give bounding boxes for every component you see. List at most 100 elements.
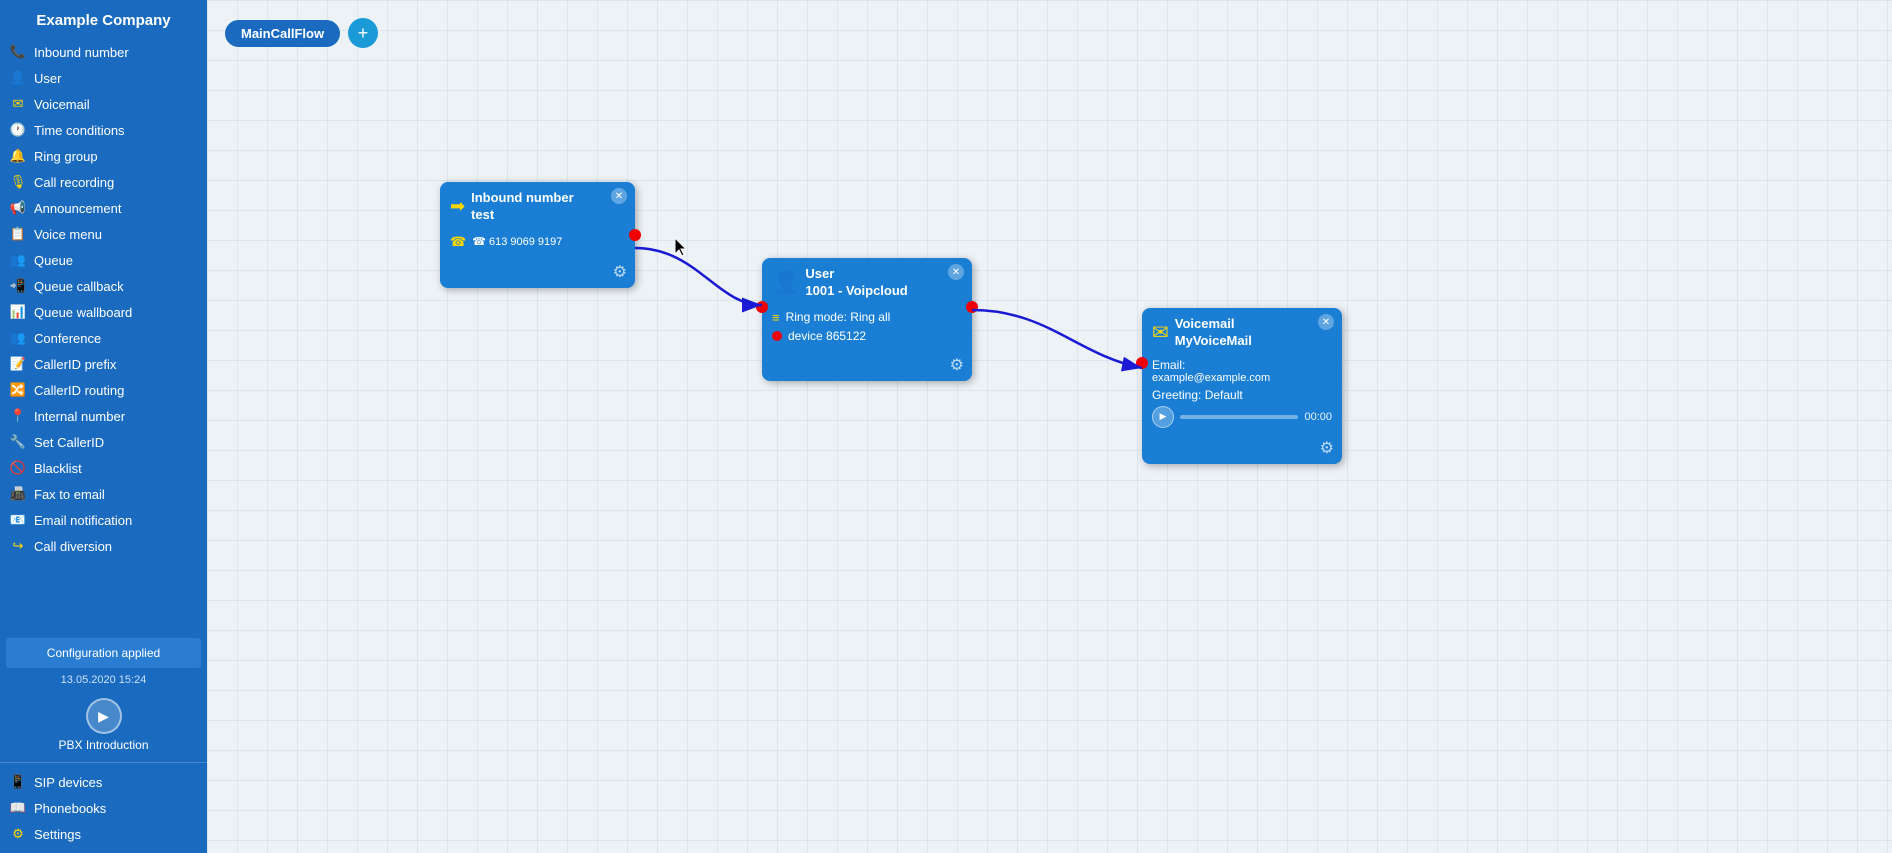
sidebar-item-email-notification[interactable]: 📧 Email notification: [0, 507, 207, 533]
email-notification-label: Email notification: [34, 513, 132, 528]
call-diversion-label: Call diversion: [34, 539, 112, 554]
time-conditions-label: Time conditions: [34, 123, 125, 138]
sidebar-item-fax-to-email[interactable]: 📠 Fax to email: [0, 481, 207, 507]
voicemail-node-title: Voicemail MyVoiceMail: [1175, 316, 1252, 350]
sidebar-item-settings[interactable]: ⚙ Settings: [0, 821, 207, 847]
ring-mode-detail: ≡ Ring mode: Ring all: [772, 308, 962, 327]
sidebar-item-internal-number[interactable]: 📍 Internal number: [0, 403, 207, 429]
inbound-node-settings: ⚙: [440, 260, 635, 288]
user-left-connector: [756, 301, 768, 313]
pbx-label: PBX Introduction: [58, 738, 148, 752]
sidebar-item-call-recording[interactable]: 🎙 Call recording: [0, 169, 207, 195]
sip-devices-icon: 📱: [10, 774, 26, 790]
inbound-settings-icon[interactable]: ⚙: [613, 262, 627, 282]
sidebar-item-conference[interactable]: 👥 Conference: [0, 325, 207, 351]
voicemail-icon: ✉: [1152, 320, 1169, 345]
audio-play-button[interactable]: ▶: [1152, 406, 1174, 428]
user-right-connector: [966, 301, 978, 313]
user-node[interactable]: 👤 User 1001 - Voipcloud ✕ ≡ Ring mode: R…: [762, 258, 972, 381]
callerid-prefix-icon: 📝: [10, 356, 26, 372]
callerid-routing-icon: 🔀: [10, 382, 26, 398]
config-timestamp: 13.05.2020 15:24: [0, 672, 207, 692]
sidebar-item-blacklist[interactable]: 🚫 Blacklist: [0, 455, 207, 481]
conference-label: Conference: [34, 331, 101, 346]
main-canvas[interactable]: MainCallFlow + ➡ Inbound number test ✕ ☎: [207, 0, 1892, 853]
announcement-icon: 📢: [10, 200, 26, 216]
main-callflow-button[interactable]: MainCallFlow: [225, 20, 340, 47]
voicemail-node-header: ✉ Voicemail MyVoiceMail ✕: [1142, 308, 1342, 354]
fax-to-email-icon: 📠: [10, 486, 26, 502]
inbound-node-header: ➡ Inbound number test ✕: [440, 182, 635, 228]
set-callerid-label: Set CallerID: [34, 435, 104, 450]
sidebar-item-ring-group[interactable]: 🔔 Ring group: [0, 143, 207, 169]
sidebar-item-voicemail[interactable]: ✉ Voicemail: [0, 91, 207, 117]
sidebar-item-sip-devices[interactable]: 📱 SIP devices: [0, 769, 207, 795]
voice-menu-label: Voice menu: [34, 227, 102, 242]
voice-menu-icon: 📋: [10, 226, 26, 242]
sidebar-item-queue-wallboard[interactable]: 📊 Queue wallboard: [0, 299, 207, 325]
device-detail: device 865122: [772, 327, 962, 345]
inbound-number-label: Inbound number: [34, 45, 129, 60]
inbound-phone-detail: ☎ ☎ 613 9069 9197: [450, 232, 625, 252]
queue-callback-icon: 📲: [10, 278, 26, 294]
voicemail-settings-icon[interactable]: ⚙: [1320, 438, 1334, 458]
sidebar-item-call-diversion[interactable]: ↪ Call diversion: [0, 533, 207, 559]
sidebar-nav: 📞 Inbound number 👤 User ✉ Voicemail 🕐 Ti…: [0, 39, 207, 634]
sidebar-title: Example Company: [0, 0, 207, 39]
user-label: User: [34, 71, 61, 86]
audio-time: 00:00: [1304, 411, 1332, 423]
flow-arrows: [207, 0, 1892, 853]
call-recording-label: Call recording: [34, 175, 114, 190]
play-button[interactable]: ▶: [86, 698, 122, 734]
user-node-settings: ⚙: [762, 353, 972, 381]
user-node-body: ≡ Ring mode: Ring all device 865122: [762, 304, 972, 353]
announcement-label: Announcement: [34, 201, 121, 216]
ring-icon: ≡: [772, 310, 780, 325]
inbound-right-connector: [629, 229, 641, 241]
sidebar-item-time-conditions[interactable]: 🕐 Time conditions: [0, 117, 207, 143]
queue-callback-label: Queue callback: [34, 279, 124, 294]
sidebar-item-announcement[interactable]: 📢 Announcement: [0, 195, 207, 221]
add-flow-button[interactable]: +: [348, 18, 378, 48]
internal-number-icon: 📍: [10, 408, 26, 424]
sidebar-bottom: 📱 SIP devices 📖 Phonebooks ⚙ Settings: [0, 762, 207, 853]
voicemail-label: Voicemail: [34, 97, 90, 112]
user-node-header: 👤 User 1001 - Voipcloud ✕: [762, 258, 972, 304]
sidebar-item-set-callerid[interactable]: 🔧 Set CallerID: [0, 429, 207, 455]
voicemail-email-value: example@example.com: [1152, 372, 1332, 384]
audio-progress-bar: [1180, 415, 1298, 419]
device-text: device 865122: [788, 329, 866, 343]
voicemail-email-section: Email: example@example.com: [1152, 358, 1332, 384]
sip-devices-label: SIP devices: [34, 775, 102, 790]
inbound-node[interactable]: ➡ Inbound number test ✕ ☎ ☎ 613 9069 919…: [440, 182, 635, 288]
voicemail-node-close[interactable]: ✕: [1318, 314, 1334, 330]
sidebar-item-user[interactable]: 👤 User: [0, 65, 207, 91]
queue-wallboard-icon: 📊: [10, 304, 26, 320]
callerid-prefix-label: CallerID prefix: [34, 357, 116, 372]
sidebar-item-inbound-number[interactable]: 📞 Inbound number: [0, 39, 207, 65]
user-node-title: User 1001 - Voipcloud: [805, 266, 907, 300]
voicemail-node[interactable]: ✉ Voicemail MyVoiceMail ✕ Email: example…: [1142, 308, 1342, 464]
pbx-intro-section: ▶ PBX Introduction: [0, 692, 207, 762]
device-status-dot: [772, 331, 782, 341]
conference-icon: 👥: [10, 330, 26, 346]
sidebar-item-voice-menu[interactable]: 📋 Voice menu: [0, 221, 207, 247]
inbound-phone: ☎ 613 9069 9197: [472, 235, 562, 248]
ring-group-icon: 🔔: [10, 148, 26, 164]
ring-mode-text: Ring mode: Ring all: [786, 310, 891, 324]
user-node-close[interactable]: ✕: [948, 264, 964, 280]
email-notification-icon: 📧: [10, 512, 26, 528]
callerid-routing-label: CallerID routing: [34, 383, 124, 398]
voicemail-left-connector: [1136, 357, 1148, 369]
sidebar-item-callerid-routing[interactable]: 🔀 CallerID routing: [0, 377, 207, 403]
sidebar-item-callerid-prefix[interactable]: 📝 CallerID prefix: [0, 351, 207, 377]
inbound-node-close[interactable]: ✕: [611, 188, 627, 204]
internal-number-label: Internal number: [34, 409, 125, 424]
call-recording-icon: 🎙: [10, 174, 26, 190]
sidebar-item-queue-callback[interactable]: 📲 Queue callback: [0, 273, 207, 299]
sidebar-item-phonebooks[interactable]: 📖 Phonebooks: [0, 795, 207, 821]
user-icon: 👤: [10, 70, 26, 86]
user-settings-icon[interactable]: ⚙: [950, 355, 964, 375]
set-callerid-icon: 🔧: [10, 434, 26, 450]
sidebar-item-queue[interactable]: 👥 Queue: [0, 247, 207, 273]
